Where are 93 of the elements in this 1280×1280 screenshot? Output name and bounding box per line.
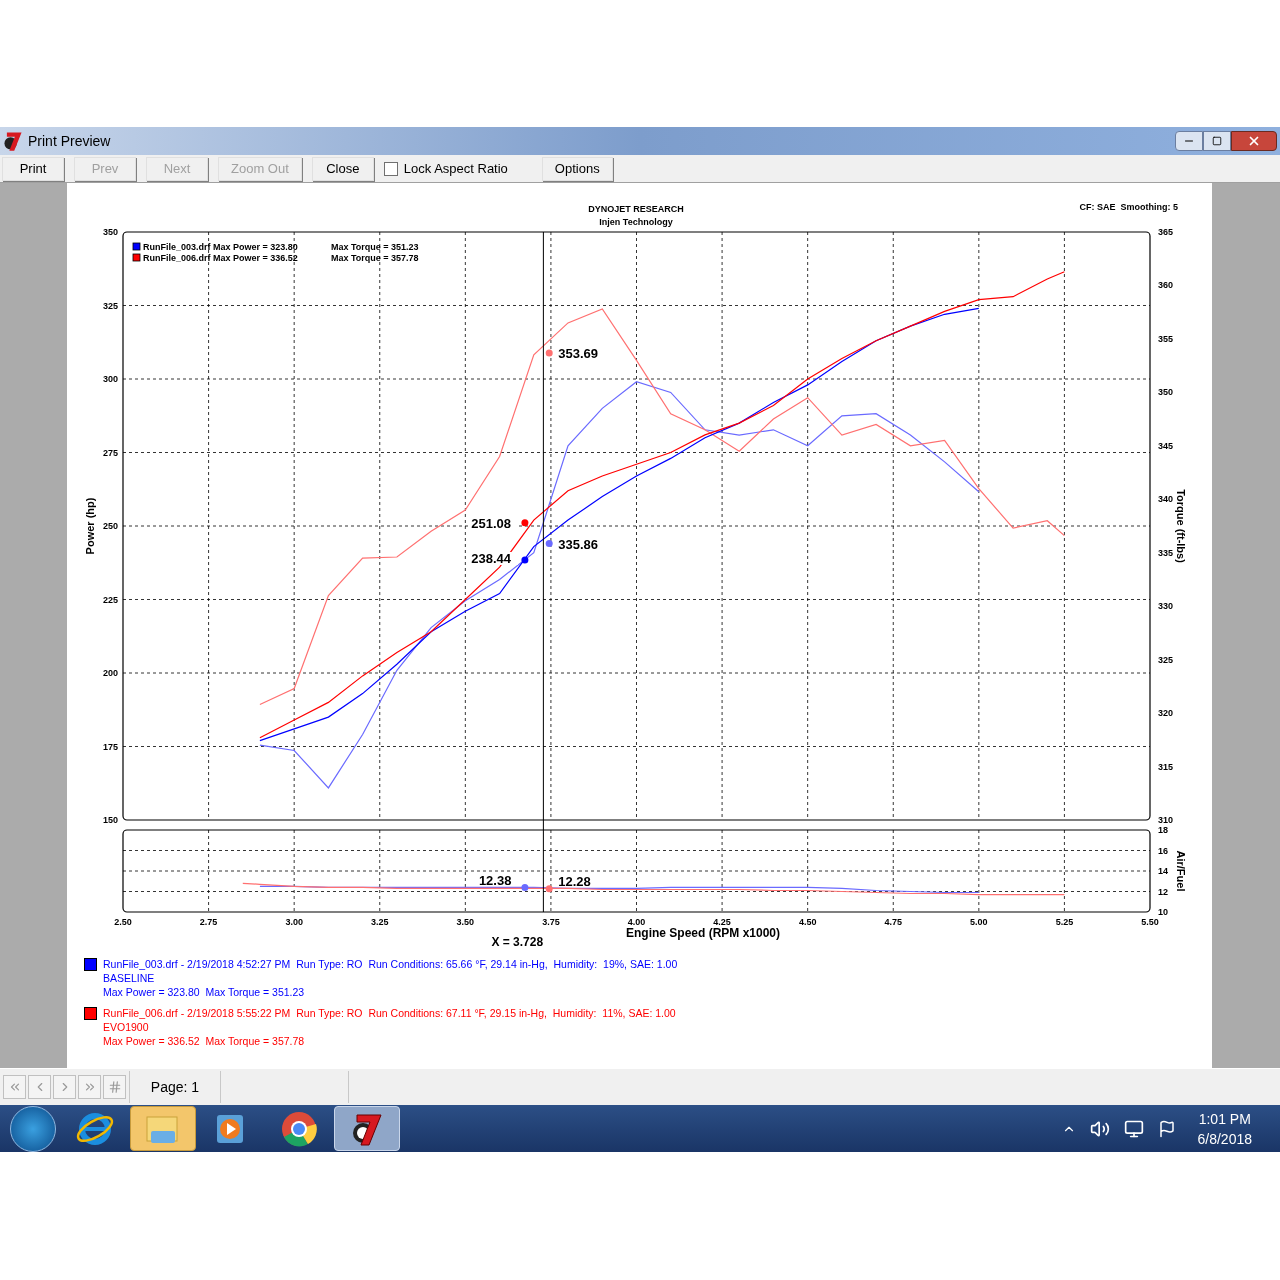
start-button[interactable] [10,1105,56,1152]
tick-label: 310 [1158,815,1174,825]
checkbox-label: Lock Aspect Ratio [403,159,508,178]
run-name: EVO1900 [103,1020,150,1034]
toolbar-button[interactable]: Print [2,156,64,181]
tick-label: 16 [1158,845,1168,856]
app-logo-icon [2,130,24,152]
run-summary: Max Power = 323.80 Max Torque = 351.23 [103,985,306,999]
value-label: 353.69 [558,345,598,361]
legend-text: RunFile_003.drf Max Power = 323.80 [143,242,298,252]
report-title: DYNOJET RESEARCH [588,204,684,214]
tick-label: 5.25 [1055,917,1074,927]
tick-label: 150 [102,815,118,825]
tick-label: 320 [1158,708,1174,719]
tick-label: 200 [102,668,118,678]
axis-title: Air/Fuel [1175,850,1187,892]
run-details: RunFile_003.drf - 2/19/2018 4:52:27 PM Run Type: RO Run Conditions: 65.66 °F, 29.14 in-Hg, Humidity: 19%, SAE: 1.00 [103,957,678,971]
tick-label: 315 [1158,761,1174,772]
checkbox[interactable] [383,161,398,176]
value-label: 251.08 [471,515,512,531]
axis-title: Power (hp) [84,497,96,555]
value-label: 238.44 [471,551,512,566]
run-summary: Max Power = 336.52 Max Torque = 357.78 [103,1034,306,1048]
tick-label: 10 [1158,907,1168,917]
legend-text: RunFile_006.drf Max Power = 336.52 [143,253,298,263]
tick-label: 4.25 [713,917,731,927]
toolbar-button[interactable]: Options [541,156,613,181]
tick-label: 175 [102,741,118,752]
tick-label: 5.50 [1141,917,1159,927]
minimize-button[interactable] [1175,131,1203,151]
maximize-icon [1212,136,1222,146]
marker-dot [521,884,529,892]
tick-label: 4.00 [627,917,646,927]
maximize-button[interactable] [1203,131,1231,151]
marker-dot [545,885,553,893]
close-icon [1247,134,1261,148]
tick-label: 3.50 [456,917,475,927]
tick-label: 275 [102,447,118,458]
page-indicator: Page: 1 [150,1077,200,1097]
tick-label: 4.50 [798,917,817,927]
taskbar-app[interactable] [334,1106,400,1151]
value-label: 335.86 [558,536,598,552]
report-subtitle: Injen Technology [599,217,673,227]
tick-label: 250 [102,521,118,531]
clock[interactable]: 1:01 PM 6/8/2018 [1197,1108,1252,1149]
marker-dot [521,519,529,527]
close-button[interactable] [1231,131,1277,151]
tick-label: 2.75 [199,917,218,927]
nav-icon [107,1080,122,1094]
clock-date: 6/8/2018 [1197,1129,1252,1149]
tick-label: 2.50 [114,917,132,927]
lock-aspect-checkbox[interactable]: Lock Aspect Ratio [383,158,508,179]
tick-label: 335 [1158,547,1174,558]
tick-label: 340 [1158,494,1174,505]
network-icon[interactable] [1123,1118,1144,1139]
legend-text: Max Torque = 351.23 [331,242,419,252]
tick-label: 325 [102,300,118,311]
run-name: BASELINE [103,971,156,985]
tick-label: 360 [1158,280,1174,291]
axis-title: Engine Speed (RPM x1000) [626,926,780,940]
tick-label: 350 [102,227,118,237]
clock-time: 1:01 PM [1198,1109,1251,1129]
tick-label: 4.75 [884,917,902,927]
tick-label: 3.75 [542,917,560,927]
tick-label: 14 [1158,866,1168,876]
browser-icon [280,1109,318,1148]
toolbar-button[interactable]: Close [311,156,374,181]
tick-label: 365 [1158,227,1174,237]
flag-icon[interactable] [1157,1119,1176,1138]
tick-label: 3.00 [285,917,303,927]
tick-label: 355 [1158,333,1174,344]
legend-text: Max Torque = 357.78 [331,253,419,263]
cursor-readout: X = 3.728 [491,935,544,948]
marker-dot [545,540,553,548]
value-label: 12.28 [558,873,591,889]
tick-label: 325 [1158,654,1174,665]
tick-label: 300 [102,374,118,384]
tick-label: 5.00 [970,917,988,927]
volume-icon[interactable] [1089,1118,1110,1139]
marker-dot [545,349,553,357]
tick-label: 345 [1158,440,1174,451]
settings-text: CF: SAE Smoothing: 5 [1079,202,1178,212]
tick-label: 12 [1158,886,1168,897]
marker-dot [521,556,529,564]
value-label: 12.38 [478,872,512,888]
run-details: RunFile_006.drf - 2/19/2018 5:55:22 PM Run Type: RO Run Conditions: 67.11 °F, 29.15 in-Hg, Humidity: 11%, SAE: 1.00 [103,1006,676,1020]
tick-label: 330 [1158,601,1174,612]
axis-title: Torque (ft-lbs) [1175,489,1187,563]
tick-label: 3.25 [371,917,389,927]
tick-label: 18 [1158,825,1168,835]
tick-label: 350 [1158,387,1174,398]
window-title: Print Preview [28,131,111,151]
tick-label: 225 [102,594,118,605]
